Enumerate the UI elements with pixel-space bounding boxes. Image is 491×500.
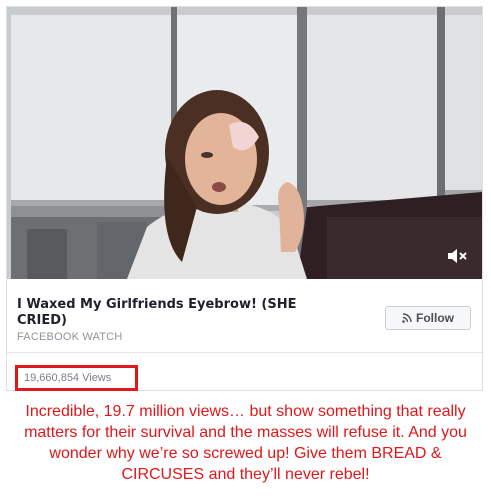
view-count: 19,660,854 Views bbox=[24, 372, 112, 384]
video-frame bbox=[7, 7, 482, 279]
follow-label: Follow bbox=[416, 311, 454, 325]
volume-mute-icon[interactable] bbox=[446, 247, 468, 265]
video-title[interactable]: I Waxed My Girlfriends Eyebrow! (SHE CRI… bbox=[17, 297, 347, 329]
divider bbox=[7, 352, 482, 353]
video-post-card: I Waxed My Girlfriends Eyebrow! (SHE CRI… bbox=[6, 6, 483, 391]
follow-button[interactable]: Follow bbox=[385, 306, 471, 330]
rss-icon bbox=[402, 313, 412, 323]
views-highlight-box: 19,660,854 Views bbox=[15, 365, 138, 391]
video-player[interactable] bbox=[7, 7, 482, 279]
caption-text: Incredible, 19.7 million views… but show… bbox=[24, 403, 467, 483]
source-label[interactable]: FACEBOOK WATCH bbox=[17, 331, 122, 343]
